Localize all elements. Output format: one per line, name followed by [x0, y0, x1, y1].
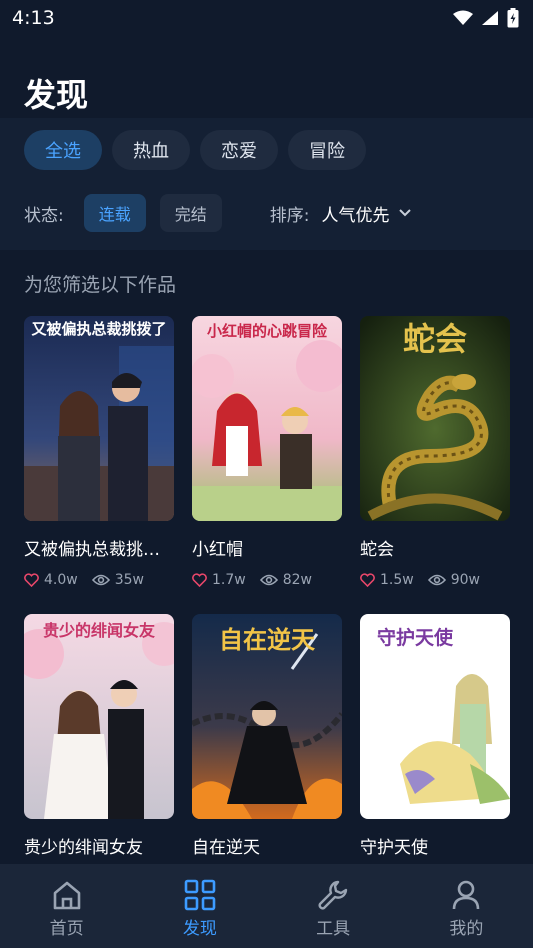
book-card[interactable]: 小红帽的心跳冒险 小红帽 1.7w 82w — [192, 316, 342, 588]
cover-title-text: 守护天使 — [377, 626, 454, 649]
filter-panel: 全选 热血 恋爱 冒险 状态: 连载 完结 排序: 人气优先 — [0, 118, 533, 250]
eye-icon — [427, 574, 446, 586]
cover-title-text: 蛇会 — [403, 320, 467, 358]
nav-item-home[interactable]: 首页 — [0, 864, 133, 948]
status-chip-completed[interactable]: 完结 — [159, 194, 222, 232]
book-title: 守护天使 — [360, 838, 428, 858]
views-stat: 90w — [427, 572, 480, 588]
likes-count: 1.5w — [380, 572, 414, 588]
likes-count: 4.0w — [44, 572, 78, 588]
page-title: 发现 — [24, 76, 89, 114]
genre-tab-romance[interactable]: 恋爱 — [200, 130, 278, 170]
book-title: 又被偏执总裁挑拨了 — [24, 540, 174, 560]
likes-count: 1.7w — [212, 572, 246, 588]
book-stats: 4.0w 35w — [24, 572, 174, 588]
book-card[interactable]: 自在逆天 自在逆天 — [192, 614, 342, 858]
section-title: 为您筛选以下作品 — [24, 274, 177, 296]
book-title: 蛇会 — [360, 540, 394, 560]
heart-icon — [192, 573, 207, 587]
book-grid: 又被偏执总裁挑拨了 又被偏执总裁挑拨了 4.0w 35w 小红帽的心跳冒险 小红… — [24, 316, 510, 858]
book-title: 小红帽 — [192, 540, 243, 560]
wrench-icon — [318, 880, 348, 910]
nav-label: 发现 — [182, 919, 217, 939]
book-stats: 1.5w 90w — [360, 572, 510, 588]
nav-label: 我的 — [449, 919, 484, 939]
nav-label: 首页 — [49, 919, 84, 939]
genre-tab-adventure[interactable]: 冒险 — [288, 130, 366, 170]
status-filter-label: 状态: — [24, 205, 64, 226]
book-title: 贵少的绯闻女友 — [24, 838, 143, 858]
person-icon — [453, 880, 480, 910]
home-icon — [53, 881, 80, 910]
heart-icon — [24, 573, 39, 587]
nav-label: 工具 — [316, 919, 351, 939]
eye-icon — [259, 574, 278, 586]
genre-tab-hot-blood[interactable]: 热血 — [112, 130, 190, 170]
views-stat: 82w — [259, 572, 312, 588]
likes-stat: 1.5w — [360, 572, 414, 588]
battery-icon — [507, 8, 519, 28]
grid-icon — [184, 879, 216, 911]
sort-value-text: 人气优先 — [321, 205, 390, 226]
book-cover[interactable]: 守护天使 — [360, 614, 510, 819]
sort-value: 人气优先 — [322, 201, 412, 226]
nav-item-tools[interactable]: 工具 — [267, 864, 400, 948]
book-card[interactable]: 守护天使 守护天使 — [360, 614, 510, 858]
nav-item-discover[interactable]: 发现 — [133, 864, 266, 948]
status-icons — [453, 8, 519, 28]
likes-stat: 4.0w — [24, 572, 78, 588]
book-card[interactable]: 贵少的绯闻女友 贵少的绯闻女友 — [24, 614, 174, 858]
sort-dropdown[interactable]: 排序: 人气优先 — [270, 201, 412, 226]
cover-title-text: 贵少的绯闻女友 — [43, 621, 156, 640]
cover-title-text: 小红帽的心跳冒险 — [207, 322, 328, 340]
book-cover[interactable]: 小红帽的心跳冒险 — [192, 316, 342, 521]
eye-icon — [91, 574, 110, 586]
views-count: 82w — [282, 572, 312, 588]
bottom-nav: 首页 发现 工具 我的 — [0, 864, 533, 948]
status-filter-row: 状态: 连载 完结 排序: 人气优先 — [24, 194, 509, 232]
book-cover[interactable]: 蛇会 — [360, 316, 510, 521]
book-title: 自在逆天 — [192, 838, 260, 858]
status-chip-ongoing[interactable]: 连载 — [83, 194, 146, 232]
genre-tabs: 全选 热血 恋爱 冒险 — [24, 130, 366, 170]
wifi-icon — [453, 10, 473, 25]
book-cover[interactable]: 自在逆天 — [192, 614, 342, 819]
status-time: 4:13 — [12, 7, 55, 29]
book-card[interactable]: 又被偏执总裁挑拨了 又被偏执总裁挑拨了 4.0w 35w — [24, 316, 174, 588]
views-stat: 35w — [91, 572, 144, 588]
chevron-down-icon — [398, 209, 411, 217]
sort-label: 排序: — [269, 205, 310, 226]
status-bar: 4:13 — [0, 0, 533, 36]
book-card[interactable]: 蛇会 蛇会 1.5w 90w — [360, 316, 510, 588]
signal-icon — [482, 11, 498, 25]
genre-tab-all[interactable]: 全选 — [24, 130, 102, 170]
views-count: 35w — [114, 572, 144, 588]
cover-title-text: 又被偏执总裁挑拨了 — [31, 320, 166, 338]
views-count: 90w — [450, 572, 480, 588]
book-stats: 1.7w 82w — [192, 572, 342, 588]
cover-title-text: 自在逆天 — [219, 626, 315, 654]
nav-item-me[interactable]: 我的 — [400, 864, 533, 948]
book-cover[interactable]: 又被偏执总裁挑拨了 — [24, 316, 174, 521]
book-cover[interactable]: 贵少的绯闻女友 — [24, 614, 174, 819]
likes-stat: 1.7w — [192, 572, 246, 588]
heart-icon — [360, 573, 375, 587]
